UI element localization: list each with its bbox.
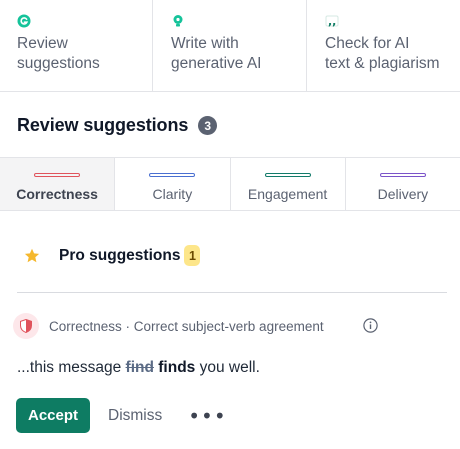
star-icon xyxy=(24,248,40,262)
tab-label: Delivery xyxy=(377,186,429,202)
shield-icon xyxy=(20,319,32,333)
category-color-line xyxy=(34,173,81,177)
pro-suggestions-row[interactable]: Pro suggestions 1 xyxy=(24,245,201,266)
category-tabs: Correctness Clarity Engagement Delivery xyxy=(0,157,460,211)
suggestion-actions: Accept Dismiss ••• xyxy=(16,398,227,433)
tab-correctness[interactable]: Correctness xyxy=(0,158,116,210)
category-color-line xyxy=(149,173,196,177)
section-header: Review suggestions 3 xyxy=(17,115,218,136)
svg-text:,,: ,, xyxy=(328,15,336,28)
tab-label: Clarity xyxy=(152,186,193,202)
tab-label: Correctness xyxy=(16,186,98,202)
pro-suggestions-label: Pro suggestions xyxy=(59,246,181,264)
tool-review-suggestions[interactable]: Review suggestions xyxy=(0,0,153,91)
tool-tabs: Review suggestions Write with generative… xyxy=(0,0,460,92)
suggestion-type: Correctness · Correct subject-verb agree… xyxy=(49,318,324,334)
pro-count-badge: 1 xyxy=(184,245,201,266)
tab-label: Engagement xyxy=(247,186,328,202)
tab-clarity[interactable]: Clarity xyxy=(115,158,231,210)
removed-text: find xyxy=(125,359,154,376)
category-color-line xyxy=(264,173,311,177)
divider xyxy=(17,292,447,293)
suggestion-sentence: ...this message find finds you well. xyxy=(17,359,260,377)
tool-label: Check for AI text & plagiarism xyxy=(325,35,440,72)
inserted-text: finds xyxy=(158,359,196,376)
grammarly-g-icon xyxy=(17,14,31,28)
more-options-button[interactable]: ••• xyxy=(188,406,226,426)
tool-generative-ai[interactable]: Write with generative AI xyxy=(153,0,307,91)
quote-icon: ,, xyxy=(325,15,339,28)
accept-button[interactable]: Accept xyxy=(16,398,90,433)
tool-ai-plagiarism[interactable]: ,, Check for AI text & plagiarism xyxy=(307,0,460,91)
info-icon[interactable] xyxy=(363,318,378,333)
sentence-prefix: ...this message xyxy=(17,359,126,376)
tab-engagement[interactable]: Engagement xyxy=(231,158,346,210)
tab-delivery[interactable]: Delivery xyxy=(346,158,460,210)
suggestion-count-badge: 3 xyxy=(198,116,218,135)
bulb-icon xyxy=(173,15,183,27)
page-title: Review suggestions xyxy=(17,115,189,135)
tool-label: Write with generative AI xyxy=(171,35,262,72)
tool-label: Review suggestions xyxy=(17,35,100,72)
sentence-suffix: you well. xyxy=(195,359,260,376)
suggestion-header[interactable]: Correctness · Correct subject-verb agree… xyxy=(13,313,383,339)
category-color-line xyxy=(379,173,426,177)
correctness-badge xyxy=(13,313,39,339)
dismiss-button[interactable]: Dismiss xyxy=(108,407,162,425)
